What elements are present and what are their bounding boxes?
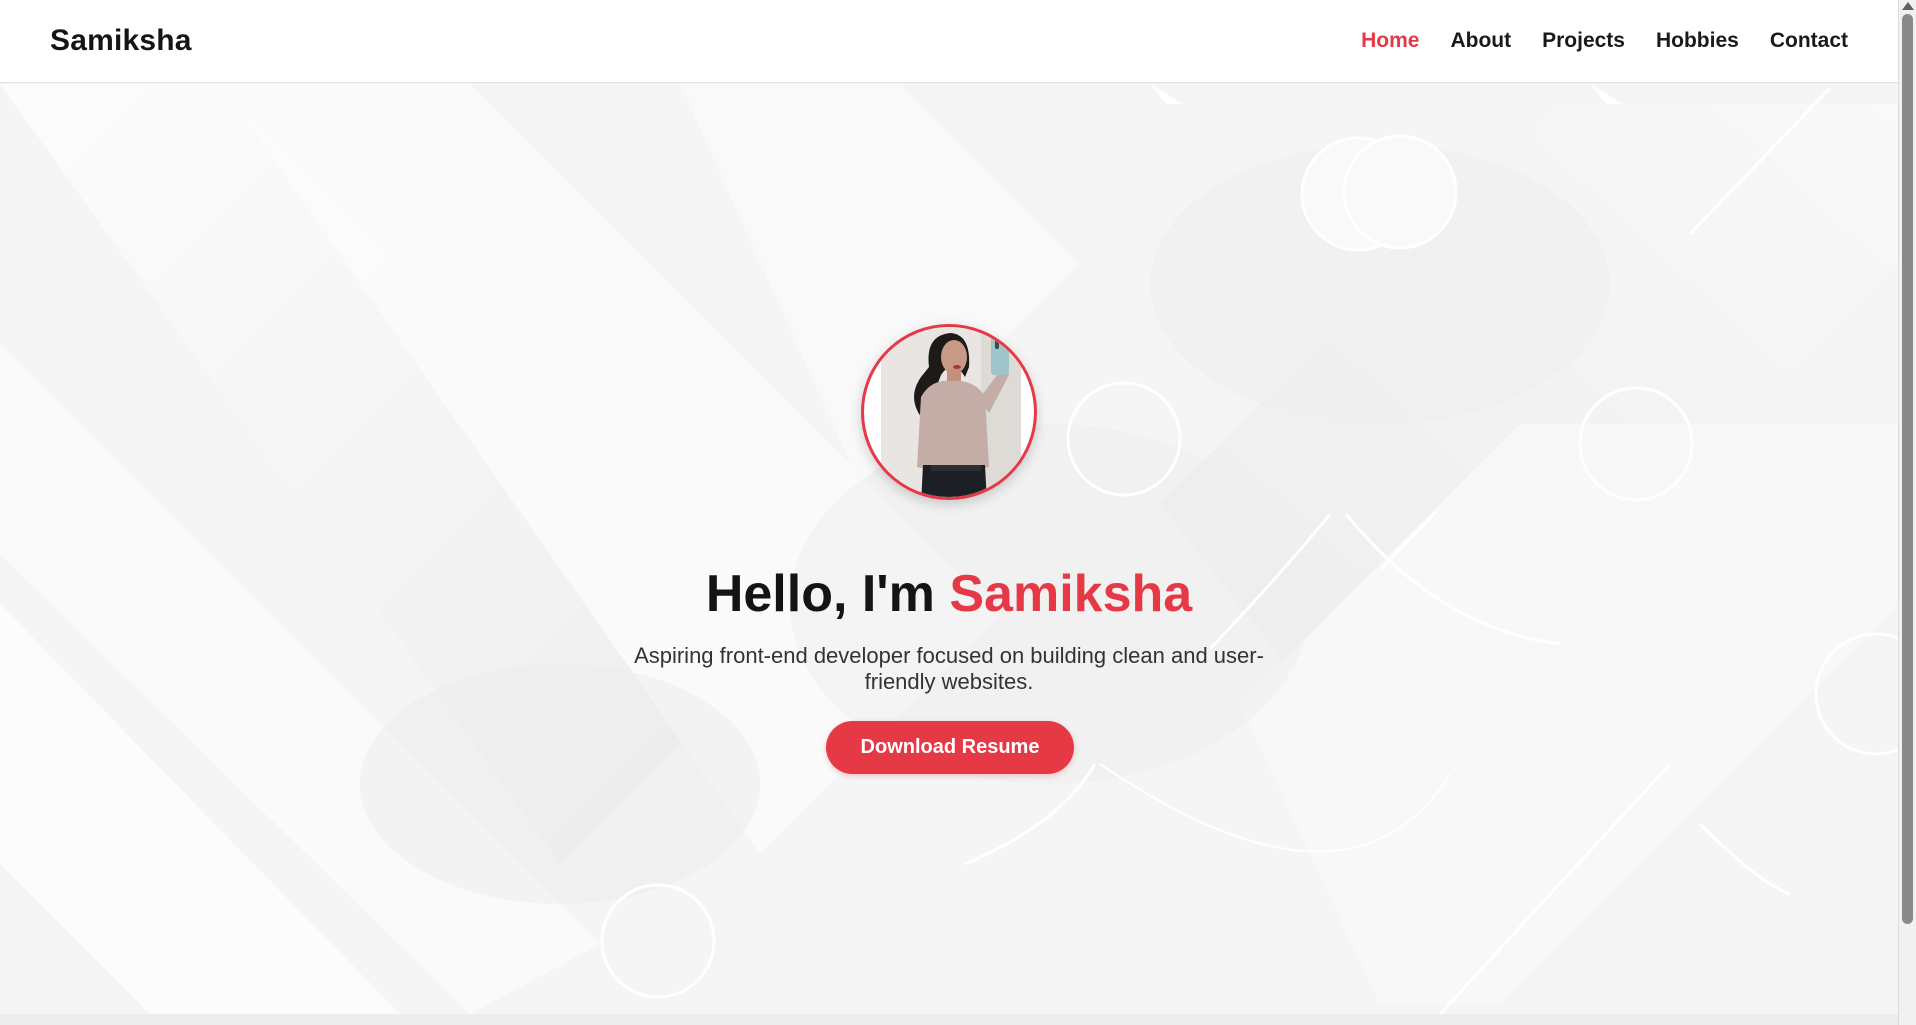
hero-greeting: Hello, I'm bbox=[705, 565, 950, 623]
site-header: Samiksha Home About Projects Hobbies Con… bbox=[0, 0, 1898, 83]
nav-home[interactable]: Home bbox=[1361, 29, 1419, 53]
profile-avatar bbox=[861, 324, 1037, 500]
nav-about[interactable]: About bbox=[1450, 29, 1511, 53]
next-section-edge bbox=[0, 1014, 1898, 1025]
main-nav: Home About Projects Hobbies Contact bbox=[1361, 29, 1848, 53]
nav-projects[interactable]: Projects bbox=[1542, 29, 1625, 53]
hero-name: Samiksha bbox=[949, 565, 1193, 623]
download-resume-button[interactable]: Download Resume bbox=[826, 721, 1074, 774]
brand-logo[interactable]: Samiksha bbox=[50, 24, 192, 58]
nav-hobbies[interactable]: Hobbies bbox=[1656, 29, 1739, 53]
hero-heading: Hello, I'm Samiksha bbox=[0, 564, 1898, 624]
scroll-up-arrow-icon[interactable] bbox=[1902, 2, 1914, 10]
hero-background-pattern bbox=[0, 84, 1898, 1014]
hero-section: Hello, I'm Samiksha Aspiring front-end d… bbox=[0, 84, 1898, 1014]
profile-photo bbox=[881, 327, 1021, 497]
page-scrollbar[interactable] bbox=[1898, 0, 1916, 1025]
hero-tagline: Aspiring front-end developer focused on … bbox=[634, 643, 1264, 694]
scrollbar-thumb[interactable] bbox=[1902, 14, 1913, 924]
nav-contact[interactable]: Contact bbox=[1770, 29, 1848, 53]
